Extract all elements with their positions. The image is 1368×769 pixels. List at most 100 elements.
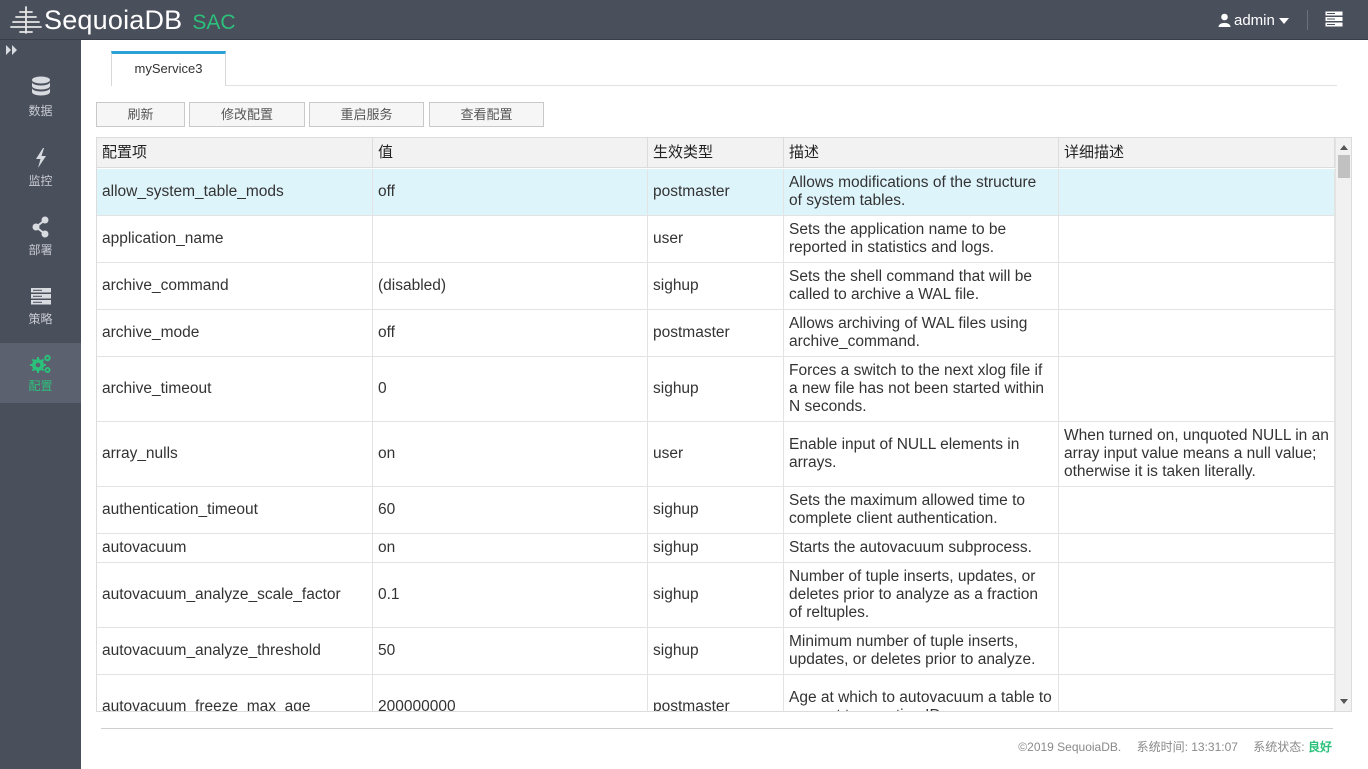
column-header-name[interactable]: 配置项 — [97, 138, 373, 168]
sidebar-item-policy[interactable]: 策略 — [0, 284, 81, 343]
sidebar-item-label: 数据 — [28, 104, 53, 118]
scroll-up-icon[interactable] — [1340, 145, 1348, 150]
logo[interactable]: SequoiaDB SAC — [10, 4, 236, 36]
cell-detail — [1059, 563, 1335, 627]
tab-divider — [226, 85, 1337, 86]
cell-detail — [1059, 675, 1335, 711]
cell-value: off — [373, 169, 648, 215]
modify-config-button[interactable]: 修改配置 — [189, 102, 305, 127]
tab-myservice3[interactable]: myService3 — [111, 51, 226, 86]
table-row[interactable]: autovacuum on sighup Starts the autovacu… — [97, 534, 1335, 563]
scroll-down-icon[interactable] — [1340, 699, 1348, 704]
column-header-detail[interactable]: 详细描述 — [1059, 138, 1335, 168]
cell-description: Number of tuple inserts, updates, or del… — [784, 563, 1059, 627]
cell-detail — [1059, 487, 1335, 533]
cell-name: autovacuum_analyze_threshold — [97, 628, 373, 674]
cell-detail — [1059, 357, 1335, 421]
scrollbar-thumb[interactable] — [1338, 155, 1350, 178]
cell-value: on — [373, 534, 648, 562]
cell-name: autovacuum_analyze_scale_factor — [97, 563, 373, 627]
system-status-value: 良好 — [1307, 740, 1332, 754]
table-row[interactable]: application_name user Sets the applicati… — [97, 216, 1335, 263]
sidebar: 数据 监控 部署 策略 配置 — [0, 40, 81, 769]
cell-description: Age at which to autovacuum a table to pr… — [784, 675, 1059, 711]
database-icon — [31, 76, 50, 96]
cell-value: 0.1 — [373, 563, 648, 627]
column-header-context[interactable]: 生效类型 — [648, 138, 784, 168]
sidebar-item-label: 监控 — [28, 174, 53, 188]
cell-description: Sets the application name to be reported… — [784, 216, 1059, 262]
cell-name: allow_system_table_mods — [97, 169, 373, 215]
table-scrollbar[interactable] — [1335, 138, 1351, 711]
sequoia-tree-icon — [10, 6, 42, 34]
table-row[interactable]: autovacuum_analyze_scale_factor 0.1 sigh… — [97, 563, 1335, 628]
cell-value: (disabled) — [373, 263, 648, 309]
sidebar-item-config[interactable]: 配置 — [0, 343, 81, 403]
sidebar-item-data[interactable]: 数据 — [0, 76, 81, 135]
user-menu[interactable]: admin — [1218, 10, 1289, 30]
divider — [1307, 10, 1308, 30]
restart-service-button[interactable]: 重启服务 — [309, 102, 424, 127]
table-row[interactable]: archive_command (disabled) sighup Sets t… — [97, 263, 1335, 310]
cell-detail — [1059, 628, 1335, 674]
footer: ©2019 SequoiaDB. 系统时间: 13:31:07 系统状态: 良好 — [1006, 738, 1332, 755]
server-icon — [30, 288, 51, 305]
refresh-button[interactable]: 刷新 — [96, 102, 185, 127]
cell-value — [373, 216, 648, 262]
cell-description: Allows archiving of WAL files using arch… — [784, 310, 1059, 356]
cell-name: authentication_timeout — [97, 487, 373, 533]
sidebar-item-label: 策略 — [28, 312, 53, 326]
cell-description: Forces a switch to the next xlog file if… — [784, 357, 1059, 421]
cell-name: archive_command — [97, 263, 373, 309]
column-header-description[interactable]: 描述 — [784, 138, 1059, 168]
username: admin — [1234, 11, 1275, 29]
cell-context: postmaster — [648, 675, 784, 711]
cell-context: sighup — [648, 487, 784, 533]
view-config-button[interactable]: 查看配置 — [429, 102, 544, 127]
sidebar-item-monitor[interactable]: 监控 — [0, 146, 81, 205]
cell-name: autovacuum — [97, 534, 373, 562]
table-row[interactable]: allow_system_table_mods off postmaster A… — [97, 169, 1335, 216]
lightning-icon — [35, 148, 46, 168]
cell-description: Sets the shell command that will be call… — [784, 263, 1059, 309]
cell-detail — [1059, 310, 1335, 356]
cell-name: autovacuum_freeze_max_age — [97, 675, 373, 711]
cell-value: 50 — [373, 628, 648, 674]
cell-name: array_nulls — [97, 422, 373, 486]
config-table: 配置项 值 生效类型 描述 详细描述 allow_system_table_mo… — [96, 137, 1352, 712]
cell-context: user — [648, 422, 784, 486]
cell-context: sighup — [648, 263, 784, 309]
table-row[interactable]: archive_timeout 0 sighup Forces a switch… — [97, 357, 1335, 422]
copyright: ©2019 SequoiaDB. — [1018, 740, 1122, 754]
cell-name: archive_timeout — [97, 357, 373, 421]
server-menu-icon[interactable] — [1325, 11, 1343, 27]
footer-divider — [101, 728, 1333, 729]
cell-description: Allows modifications of the structure of… — [784, 169, 1059, 215]
table-row[interactable]: autovacuum_analyze_threshold 50 sighup M… — [97, 628, 1335, 675]
cell-description: Minimum number of tuple inserts, updates… — [784, 628, 1059, 674]
table-row[interactable]: autovacuum_freeze_max_age 200000000 post… — [97, 675, 1335, 711]
cell-value: off — [373, 310, 648, 356]
cell-context: postmaster — [648, 169, 784, 215]
cell-value: 200000000 — [373, 675, 648, 711]
cell-context: sighup — [648, 563, 784, 627]
system-time: 系统时间: 13:31:07 — [1136, 740, 1238, 754]
column-header-value[interactable]: 值 — [373, 138, 648, 168]
cell-value: 0 — [373, 357, 648, 421]
system-status-label: 系统状态: — [1253, 740, 1305, 754]
table-header: 配置项 值 生效类型 描述 详细描述 — [97, 138, 1335, 168]
table-row[interactable]: archive_mode off postmaster Allows archi… — [97, 310, 1335, 357]
cell-context: sighup — [648, 628, 784, 674]
expand-sidebar-icon[interactable] — [5, 44, 19, 56]
cell-detail — [1059, 169, 1335, 215]
cell-context: postmaster — [648, 310, 784, 356]
table-row[interactable]: array_nulls on user Enable input of NULL… — [97, 422, 1335, 487]
cell-context: sighup — [648, 357, 784, 421]
sidebar-item-deploy[interactable]: 部署 — [0, 215, 81, 274]
table-row[interactable]: authentication_timeout 60 sighup Sets th… — [97, 487, 1335, 534]
user-icon — [1218, 13, 1231, 27]
cell-detail: When turned on, unquoted NULL in an arra… — [1059, 422, 1335, 486]
gears-icon — [29, 354, 51, 373]
cell-description: Sets the maximum allowed time to complet… — [784, 487, 1059, 533]
cell-name: archive_mode — [97, 310, 373, 356]
